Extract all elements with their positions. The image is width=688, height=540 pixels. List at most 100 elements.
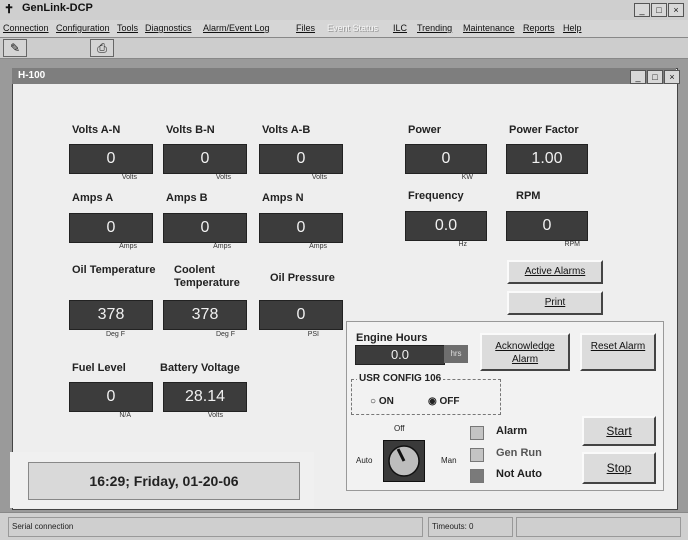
edit-icon[interactable]: ✎ xyxy=(3,39,27,57)
dial-knob-icon xyxy=(388,445,420,477)
acknowledge-alarm-button[interactable]: Acknowledge Alarm xyxy=(480,333,570,371)
frequency-label: Frequency xyxy=(408,190,464,202)
amps-n-label: Amps N xyxy=(262,192,304,204)
power-label: Power xyxy=(408,124,442,136)
app-title: GenLink-DCP xyxy=(22,2,93,14)
menu-configuration[interactable]: Configuration xyxy=(56,23,110,33)
menu-reports[interactable]: Reports xyxy=(523,23,555,33)
amps-n-unit: Amps xyxy=(309,243,327,250)
radio-checked-icon: ◉ xyxy=(428,396,437,407)
rpm-value: 0 xyxy=(506,211,588,241)
engine-hours-value: 0.0 xyxy=(355,345,445,365)
fuel-level-value: 0 xyxy=(69,382,153,412)
battery-voltage-value: 28.14 xyxy=(163,382,247,412)
printer-icon[interactable]: ⎙ xyxy=(90,39,114,57)
amps-b-value: 0 xyxy=(163,213,247,243)
window-controls: _ □ × xyxy=(634,3,684,17)
app-icon: ✝ xyxy=(4,2,15,16)
timeouts-status: Timeouts: 0 xyxy=(428,517,513,537)
volts-bn-label: Volts B-N xyxy=(166,124,215,136)
fuel-level-label: Fuel Level xyxy=(72,362,126,374)
mode-off-label: Off xyxy=(394,424,405,433)
coolant-temperature-label: Coolent Temperature xyxy=(174,264,240,289)
reset-alarm-button[interactable]: Reset Alarm xyxy=(580,333,656,371)
active-alarms-button[interactable]: Active Alarms xyxy=(507,260,603,284)
rpm-label: RPM xyxy=(516,190,541,202)
app-title-bar: ✝ GenLink-DCP _ □ × xyxy=(0,0,688,21)
volts-an-value: 0 xyxy=(69,144,153,174)
child-window-controls: _ □ × xyxy=(630,70,680,84)
engine-hours-label: Engine Hours xyxy=(356,332,428,344)
coolant-temperature-unit: Deg F xyxy=(215,331,235,338)
mode-auto-label: Auto xyxy=(356,456,373,465)
usr-config-label: USR CONFIG 106 xyxy=(357,373,444,384)
power-factor-label: Power Factor xyxy=(509,124,579,136)
frequency-unit: Hz xyxy=(458,241,467,248)
menu-help[interactable]: Help xyxy=(563,23,582,33)
mode-man-label: Man xyxy=(441,456,457,465)
start-button[interactable]: Start xyxy=(582,416,656,446)
volts-ab-value: 0 xyxy=(259,144,343,174)
maximize-icon[interactable]: □ xyxy=(651,3,667,17)
child-minimize-icon[interactable]: _ xyxy=(630,70,646,84)
oil-pressure-unit: PSI xyxy=(307,331,319,338)
menu-maintenance[interactable]: Maintenance xyxy=(463,23,515,33)
alarm-indicator-label: Alarm xyxy=(496,425,528,437)
usr-config-on-label: ON xyxy=(378,396,394,407)
menu-alarm-event-log[interactable]: Alarm/Event Log xyxy=(203,23,270,33)
usr-config-off-radio[interactable]: ◉ OFF xyxy=(428,396,460,407)
alarm-indicator xyxy=(470,426,484,440)
radio-unchecked-icon: ○ xyxy=(370,396,377,407)
engine-hours-unit: hrs xyxy=(444,345,468,363)
menu-files[interactable]: Files xyxy=(296,23,315,33)
h100-title: H-100 xyxy=(18,70,46,81)
toolbar: ✎ ⎙ xyxy=(0,38,688,59)
stop-button[interactable]: Stop xyxy=(582,452,656,484)
oil-pressure-label: Oil Pressure xyxy=(270,272,335,284)
status-bar: Serial connection Timeouts: 0 xyxy=(0,512,688,540)
volts-bn-value: 0 xyxy=(163,144,247,174)
menu-bar: Connection Configuration Tools Diagnosti… xyxy=(0,20,688,38)
menu-ilc[interactable]: ILC xyxy=(393,23,407,33)
amps-a-unit: Amps xyxy=(119,243,137,250)
close-icon[interactable]: × xyxy=(668,3,684,17)
power-value: 0 xyxy=(405,144,487,174)
menu-diagnostics[interactable]: Diagnostics xyxy=(145,23,192,33)
fuel-level-unit: N/A xyxy=(119,412,131,419)
power-unit: KW xyxy=(461,174,473,181)
volts-an-label: Volts A-N xyxy=(72,124,121,136)
amps-b-label: Amps B xyxy=(166,192,208,204)
minimize-icon[interactable]: _ xyxy=(634,3,650,17)
amps-n-value: 0 xyxy=(259,213,343,243)
frequency-value: 0.0 xyxy=(405,211,487,241)
menu-event-status[interactable]: Event Status xyxy=(327,23,378,33)
gen-run-indicator-label: Gen Run xyxy=(496,447,542,459)
rpm-unit: RPM xyxy=(564,241,580,248)
menu-tools[interactable]: Tools xyxy=(117,23,138,33)
battery-voltage-unit: Volts xyxy=(207,412,223,419)
amps-a-value: 0 xyxy=(69,213,153,243)
connection-status: Serial connection xyxy=(8,517,423,537)
volts-ab-label: Volts A-B xyxy=(262,124,311,136)
oil-pressure-value: 0 xyxy=(259,300,343,330)
clock-display: 16:29; Friday, 01-20-06 xyxy=(28,462,300,500)
h100-title-bar: H-100 _ □ × xyxy=(12,68,680,84)
print-button[interactable]: Print xyxy=(507,291,603,315)
power-factor-value: 1.00 xyxy=(506,144,588,174)
not-auto-indicator-label: Not Auto xyxy=(496,468,543,480)
not-auto-indicator xyxy=(470,469,484,483)
menu-trending[interactable]: Trending xyxy=(417,23,452,33)
gen-run-indicator xyxy=(470,448,484,462)
child-close-icon[interactable]: × xyxy=(664,70,680,84)
oil-temperature-unit: Deg F xyxy=(105,331,125,338)
usr-config-off-label: OFF xyxy=(439,396,460,407)
coolant-temperature-value: 378 xyxy=(163,300,247,330)
volts-an-unit: Volts xyxy=(121,174,137,181)
menu-connection[interactable]: Connection xyxy=(3,23,49,33)
mode-selector-switch[interactable] xyxy=(383,440,425,482)
usr-config-on-radio[interactable]: ○ ON xyxy=(370,396,394,407)
amps-b-unit: Amps xyxy=(213,243,231,250)
volts-bn-unit: Volts xyxy=(215,174,231,181)
oil-temperature-value: 378 xyxy=(69,300,153,330)
child-maximize-icon[interactable]: □ xyxy=(647,70,663,84)
